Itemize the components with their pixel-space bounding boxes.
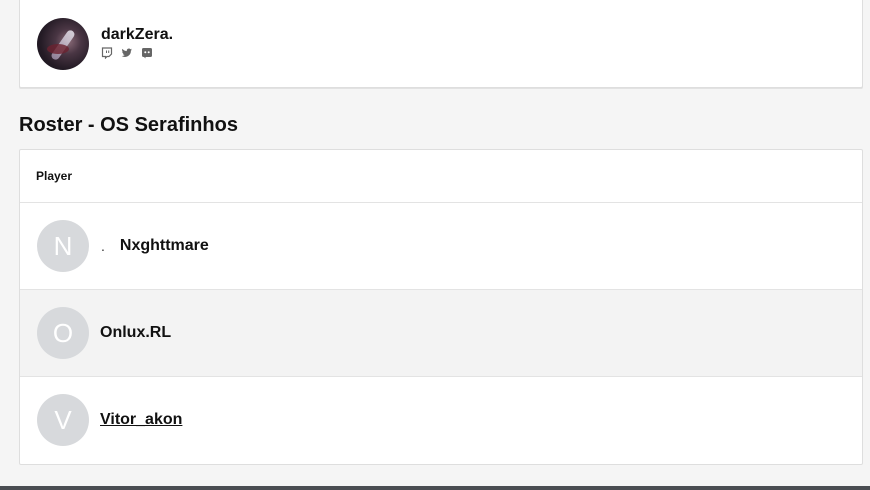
profile-name[interactable]: darkZera. (101, 26, 173, 44)
roster-table: Player N . Nxghttmare O Onlux.RL V Vitor… (19, 149, 863, 465)
table-row[interactable]: V Vitor_akon (20, 377, 862, 463)
column-header-player: Player (20, 150, 862, 203)
player-prefix: . (101, 238, 105, 254)
twitter-icon[interactable] (121, 47, 133, 59)
player-avatar-placeholder: V (37, 394, 89, 446)
table-row[interactable]: N . Nxghttmare (20, 203, 862, 290)
player-name[interactable]: Onlux.RL (100, 324, 171, 342)
discord-icon[interactable] (141, 47, 153, 59)
roster-title: Roster - OS Serafinhos (19, 114, 238, 136)
player-avatar-placeholder: N (37, 220, 89, 272)
twitch-icon[interactable] (101, 47, 113, 59)
table-row[interactable]: O Onlux.RL (20, 290, 862, 377)
player-name-link[interactable]: Vitor_akon (100, 411, 182, 429)
player-name[interactable]: Nxghttmare (120, 237, 209, 255)
player-avatar-placeholder: O (37, 307, 89, 359)
window-bottom-bar (0, 486, 870, 490)
avatar[interactable] (37, 18, 89, 70)
profile-card: darkZera. (19, 0, 863, 88)
social-links (101, 47, 153, 59)
